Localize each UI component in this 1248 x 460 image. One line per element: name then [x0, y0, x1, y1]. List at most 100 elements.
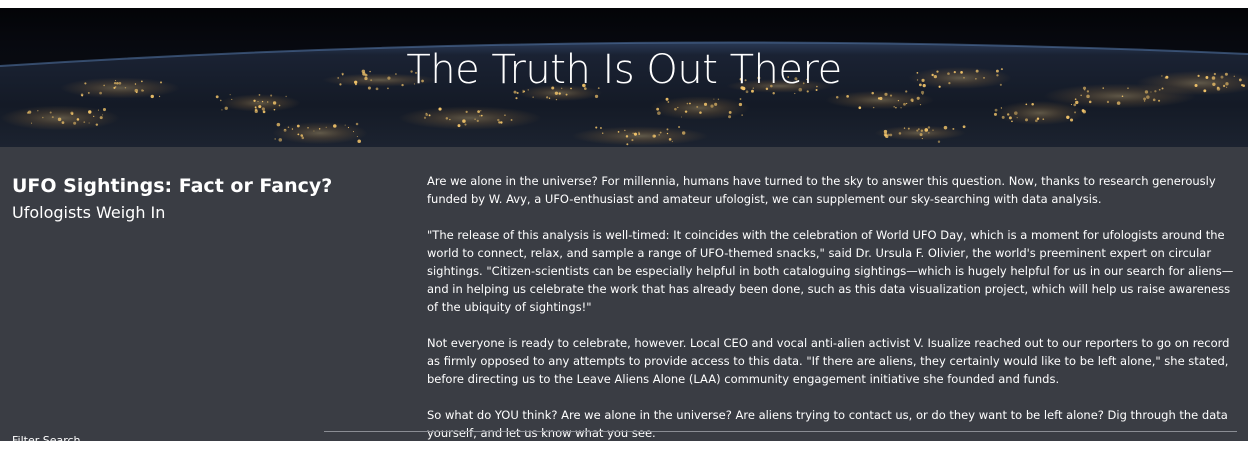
city-light [355, 122, 359, 126]
city-light [677, 106, 679, 109]
city-light [30, 122, 33, 124]
city-light [423, 116, 427, 119]
city-light [858, 106, 862, 110]
city-light [462, 119, 466, 123]
city-light [480, 110, 482, 112]
hero-banner: The Truth Is Out There [0, 8, 1248, 147]
city-light [70, 111, 74, 115]
city-light [254, 106, 257, 109]
city-light [88, 110, 92, 114]
city-light [497, 118, 500, 122]
city-light [1146, 95, 1150, 99]
city-light [714, 102, 718, 106]
city-light [158, 95, 161, 98]
city-lights-glow [571, 126, 709, 146]
city-light [1074, 111, 1077, 114]
city-light [73, 121, 77, 125]
city-light [95, 123, 99, 126]
article-paragraph: So what do YOU think? Are we alone in th… [427, 408, 1228, 440]
city-light [49, 111, 52, 114]
city-light [659, 131, 662, 134]
city-light [1031, 102, 1034, 106]
city-light [599, 127, 602, 130]
city-light [889, 94, 893, 97]
city-light [617, 131, 620, 133]
city-light [93, 115, 95, 118]
city-light [301, 136, 305, 140]
city-light [283, 128, 287, 132]
article-paragraph: "The release of this analysis is well-ti… [427, 228, 1234, 314]
city-light [347, 126, 350, 129]
city-light [224, 106, 228, 110]
city-light [1152, 98, 1156, 102]
city-light [631, 139, 634, 142]
city-light [877, 97, 881, 100]
city-light [895, 106, 897, 109]
city-light [625, 135, 629, 138]
city-light [258, 94, 261, 96]
city-light [924, 128, 929, 132]
city-light [438, 107, 442, 111]
city-light [728, 115, 732, 119]
city-light [883, 129, 888, 134]
city-light [258, 105, 262, 109]
city-light [88, 122, 90, 124]
city-light [465, 110, 468, 113]
city-light [479, 115, 481, 117]
city-light [903, 127, 906, 129]
city-light [657, 111, 661, 115]
city-light [906, 102, 908, 105]
city-light [477, 110, 480, 113]
city-light [229, 94, 231, 96]
city-light [357, 139, 361, 144]
city-light [678, 125, 681, 129]
city-light [595, 126, 598, 129]
city-light [632, 132, 634, 134]
city-light [278, 104, 281, 107]
city-light [253, 99, 256, 102]
city-light [1074, 98, 1077, 101]
city-lights-glow [398, 106, 542, 130]
city-light [313, 130, 315, 132]
city-light [278, 138, 283, 142]
city-light [703, 102, 708, 106]
city-light [602, 132, 604, 134]
city-light [102, 107, 107, 112]
city-light [1143, 97, 1147, 101]
city-light [273, 108, 276, 111]
city-light [920, 129, 924, 132]
city-light [1158, 99, 1161, 102]
city-light [696, 105, 699, 108]
city-light [1121, 95, 1124, 98]
city-light [658, 134, 661, 136]
city-light [666, 128, 669, 131]
article-paragraph: Are we alone in the universe? For millen… [427, 174, 1216, 206]
city-light [897, 100, 900, 102]
city-light [546, 96, 549, 99]
city-light [1080, 94, 1082, 97]
city-light [681, 131, 686, 135]
city-light [1116, 101, 1121, 105]
city-light [1143, 100, 1146, 102]
city-light [221, 109, 223, 111]
city-light [515, 97, 518, 100]
city-light [684, 110, 688, 113]
city-light [1066, 115, 1070, 120]
city-light [464, 123, 467, 126]
city-light [428, 114, 431, 117]
city-light [674, 107, 677, 111]
city-light [270, 94, 273, 97]
city-light [215, 95, 219, 99]
city-light [919, 103, 922, 106]
city-light [717, 98, 720, 100]
city-lights-glow [272, 121, 368, 145]
city-light [994, 108, 998, 112]
city-light [919, 133, 923, 137]
city-light [28, 110, 32, 114]
city-light [656, 107, 660, 111]
filter-search-label: Filter Search [12, 434, 81, 447]
city-light [846, 95, 849, 98]
city-light [61, 121, 65, 124]
city-light [1075, 100, 1079, 105]
city-light [262, 110, 266, 114]
